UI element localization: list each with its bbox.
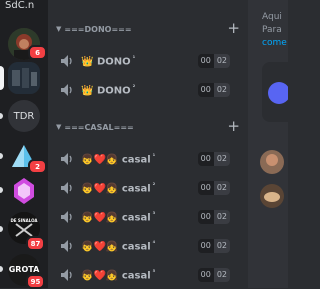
voice-channel-name: 👦❤️👧 casal ⁵ [81, 268, 156, 282]
welcome-link[interactable]: come [262, 38, 287, 48]
server-name-label: SdC.n [5, 0, 35, 11]
user-limit-counter: 00 02 [197, 210, 230, 224]
user-limit-counter: 00 02 [197, 54, 230, 68]
unread-indicator [0, 113, 3, 119]
sinaloa-logo-text: DE SINALOA [10, 218, 38, 223]
channel-list: ▼ ===DONO=== + 👑 DONO ¹ 00 02 👑 DONO ² 00 02… [48, 0, 248, 288]
voice-channel-name: 👦❤️👧 casal ² [81, 181, 156, 195]
user-limit-counter: 00 02 [197, 152, 230, 166]
unread-badge: 95 [26, 274, 45, 289]
category-casal[interactable]: ▼ ===CASAL=== + [56, 117, 240, 135]
create-channel-plus-icon[interactable]: + [227, 19, 240, 37]
unread-indicator [0, 153, 3, 159]
speaker-icon [61, 153, 72, 165]
selected-server-indicator [0, 66, 4, 90]
photo-avatar-icon [8, 62, 40, 94]
user-limit-counter: 00 02 [197, 181, 230, 195]
create-channel-plus-icon[interactable]: + [227, 117, 240, 135]
voice-channel-name: 👦❤️👧 casal ¹ [81, 152, 156, 166]
server-tdr[interactable]: TDR [8, 100, 40, 132]
server-purple-crystal[interactable] [8, 175, 40, 207]
unread-indicator [0, 187, 3, 193]
chevron-down-icon: ▼ [56, 123, 62, 131]
user-avatar[interactable] [260, 150, 284, 174]
unread-badge: 6 [28, 45, 47, 60]
server-tdr-label: TDR [13, 110, 35, 122]
user-limit-counter: 00 02 [197, 239, 230, 253]
voice-channel-casal-4[interactable]: 👦❤️👧 casal ⁴ 00 02 [56, 237, 240, 255]
voice-channel-dono-2[interactable]: 👑 DONO ² 00 02 [56, 81, 240, 99]
user-limit-counter: 00 02 [197, 83, 230, 97]
voice-channel-casal-3[interactable]: 👦❤️👧 casal ³ 00 02 [56, 208, 240, 226]
speaker-icon [61, 240, 72, 252]
welcome-text-line: Para [262, 25, 282, 35]
voice-channel-name: 👑 DONO ² [81, 83, 136, 97]
category-casal-label: ===CASAL=== [64, 122, 134, 132]
category-dono[interactable]: ▼ ===DONO=== + [56, 19, 240, 37]
category-dono-label: ===DONO=== [64, 24, 132, 34]
speaker-icon [61, 269, 72, 281]
unread-badge: 87 [26, 236, 45, 251]
unread-badge: 2 [28, 159, 47, 174]
accent-icon [268, 82, 288, 104]
purple-crystal-icon [14, 178, 34, 204]
voice-channel-dono-1[interactable]: 👑 DONO ¹ 00 02 [56, 52, 240, 70]
voice-channel-casal-1[interactable]: 👦❤️👧 casal ¹ 00 02 [56, 150, 240, 168]
chat-panel: Aqui Para come [248, 0, 288, 288]
voice-channel-name: 👑 DONO ¹ [81, 54, 136, 68]
speaker-icon [61, 84, 72, 96]
unread-indicator [0, 266, 3, 272]
unread-indicator [0, 226, 3, 232]
voice-channel-casal-2[interactable]: 👦❤️👧 casal ² 00 02 [56, 179, 240, 197]
voice-channel-name: 👦❤️👧 casal ³ [81, 210, 156, 224]
speaker-icon [61, 211, 72, 223]
chevron-down-icon: ▼ [56, 25, 62, 33]
server-avatar-photo[interactable] [8, 62, 40, 94]
user-limit-counter: 00 02 [197, 268, 230, 282]
grota-logo-text: GROTA [8, 265, 40, 274]
voice-channel-casal-5[interactable]: 👦❤️👧 casal ⁵ 00 02 [56, 266, 240, 284]
voice-channel-name: 👦❤️👧 casal ⁴ [81, 239, 156, 253]
speaker-icon [61, 55, 72, 67]
user-avatar[interactable] [260, 184, 284, 208]
speaker-icon [61, 182, 72, 194]
welcome-card [262, 62, 288, 122]
welcome-text-line: Aqui [262, 12, 282, 22]
server-rail: SdC.n 6 TDR 2 DE SINALOA 87 GROTA 95 [0, 0, 48, 289]
